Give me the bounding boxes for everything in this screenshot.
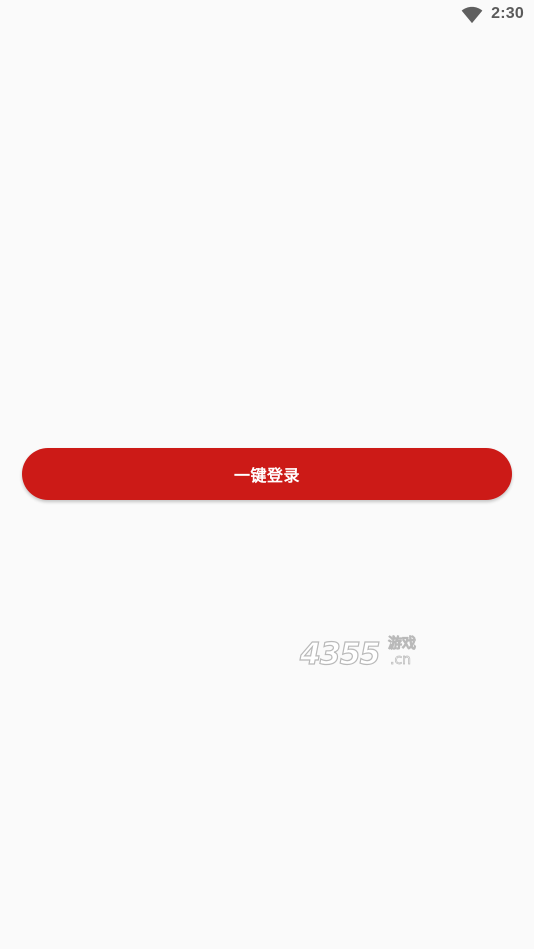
status-bar: 2:30 — [0, 0, 534, 28]
wifi-icon — [461, 6, 483, 23]
watermark-logo: 4355 游戏 .cn — [298, 635, 416, 672]
watermark-chars: 游戏 — [388, 635, 416, 652]
one-click-login-button[interactable]: 一键登录 — [22, 448, 512, 500]
watermark-domain: .cn — [390, 652, 411, 668]
status-time: 2:30 — [491, 5, 524, 22]
login-button-label: 一键登录 — [233, 468, 300, 485]
watermark-numbers: 4355 — [299, 637, 380, 672]
screen: 2:30 一键登录 4355 游戏 .cn — [0, 0, 534, 949]
